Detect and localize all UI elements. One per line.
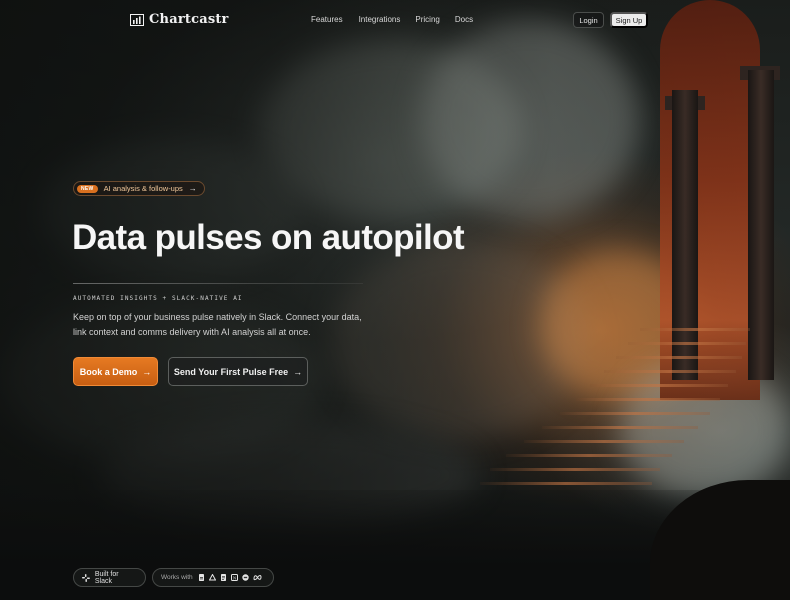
slack-chip-label: Built for Slack bbox=[94, 570, 119, 585]
arrow-right-icon: → bbox=[293, 366, 303, 377]
signup-button[interactable]: Sign Up bbox=[610, 12, 648, 28]
new-badge: NEW bbox=[77, 184, 98, 193]
svg-text:N: N bbox=[233, 575, 237, 580]
hero-eyebrow: AUTOMATED INSIGHTS + SLACK-NATIVE AI bbox=[73, 295, 243, 302]
login-button[interactable]: Login bbox=[573, 12, 604, 28]
book-demo-label: Book a Demo bbox=[79, 366, 138, 377]
announcement-text: AI analysis & follow-ups bbox=[103, 184, 183, 193]
meta-icon bbox=[253, 575, 262, 581]
notion-icon: N bbox=[230, 574, 238, 581]
slack-icon bbox=[82, 573, 90, 582]
chart-logo-icon bbox=[130, 13, 144, 26]
hero-subtext: Keep on top of your business pulse nativ… bbox=[73, 312, 362, 337]
arrow-right-icon: → bbox=[188, 184, 197, 193]
integration-logos: N bbox=[198, 574, 262, 581]
works-with-label: Works with bbox=[161, 574, 193, 581]
sheets-icon bbox=[198, 574, 204, 581]
built-for-slack-chip[interactable]: Built for Slack bbox=[73, 568, 146, 587]
send-pulse-label: Send Your First Pulse Free bbox=[173, 366, 289, 377]
send-pulse-button[interactable]: Send Your First Pulse Free → bbox=[168, 357, 308, 386]
hero-headline: Data pulses on autopilot bbox=[72, 218, 465, 257]
arrow-right-icon: → bbox=[142, 366, 152, 377]
announcement-pill[interactable]: NEW AI analysis & follow-ups → bbox=[73, 181, 205, 196]
top-navbar: Chartcastr Features Integrations Pricing… bbox=[0, 0, 790, 40]
works-with-chip: Works with N bbox=[152, 568, 274, 587]
nav-link-pricing[interactable]: Pricing bbox=[415, 15, 439, 24]
book-demo-button[interactable]: Book a Demo → bbox=[73, 357, 158, 386]
nav-link-features[interactable]: Features bbox=[311, 15, 343, 24]
nav-link-integrations[interactable]: Integrations bbox=[359, 15, 401, 24]
brand-name: Chartcastr bbox=[149, 12, 229, 27]
divider-line bbox=[73, 283, 363, 284]
docs-icon bbox=[220, 574, 226, 581]
drive-icon bbox=[208, 574, 216, 581]
brand-logo[interactable]: Chartcastr bbox=[130, 12, 229, 27]
nav-link-docs[interactable]: Docs bbox=[455, 15, 473, 24]
nav-links: Features Integrations Pricing Docs bbox=[311, 15, 473, 24]
stripe-icon bbox=[241, 574, 249, 581]
